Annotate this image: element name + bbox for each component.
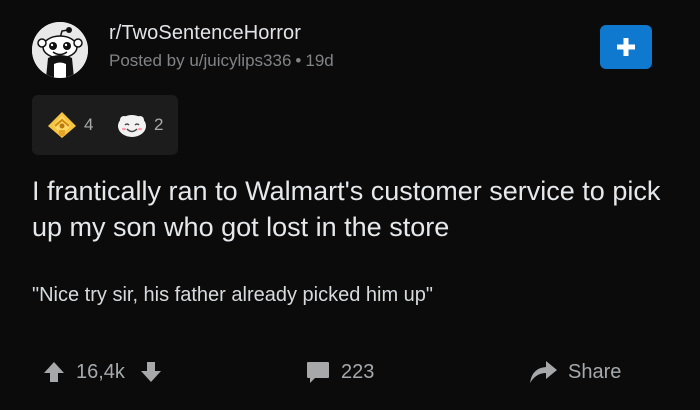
upvote-arrow-icon[interactable] — [42, 360, 66, 384]
award-helpful-count: 4 — [84, 115, 94, 134]
awards-bar[interactable]: 4 2 — [32, 95, 178, 155]
award-helpful[interactable]: 4 — [46, 95, 93, 155]
comment-count: 223 — [341, 360, 375, 383]
vote-control: 16,4k — [42, 352, 163, 392]
vote-score: 16,4k — [76, 360, 125, 383]
plus-icon — [617, 38, 635, 56]
snoo-ghost-icon — [32, 22, 88, 78]
meta-separator: • — [295, 51, 302, 70]
author-link[interactable]: u/juicylips336 — [189, 51, 291, 70]
comments-button[interactable]: 223 — [305, 352, 374, 392]
subreddit-avatar[interactable] — [32, 22, 88, 78]
helpful-award-icon — [48, 112, 76, 138]
post-header: r/TwoSentenceHorror Posted by u/juicylip… — [32, 20, 668, 80]
post-body: "Nice try sir, his father already picked… — [32, 284, 434, 306]
award-wholesome[interactable]: 2 — [116, 95, 163, 155]
wholesome-award-icon — [118, 115, 146, 137]
share-label: Share — [568, 360, 622, 383]
comment-icon — [307, 362, 329, 383]
downvote-arrow-icon[interactable] — [139, 360, 163, 384]
post-actions-bar: 16,4k 223 Share — [0, 352, 700, 392]
subreddit-name[interactable]: r/TwoSentenceHorror — [109, 22, 301, 45]
posted-by-label: Posted by — [109, 51, 185, 70]
share-button[interactable]: Share — [528, 352, 621, 392]
join-button[interactable] — [600, 25, 652, 69]
post-meta: Posted by u/juicylips336 • 19d — [109, 51, 334, 71]
post-age: 19d — [305, 51, 334, 70]
post-title[interactable]: I frantically ran to Walmart's customer … — [32, 173, 672, 245]
award-wholesome-count: 2 — [154, 115, 164, 134]
share-arrow-icon — [530, 361, 557, 383]
